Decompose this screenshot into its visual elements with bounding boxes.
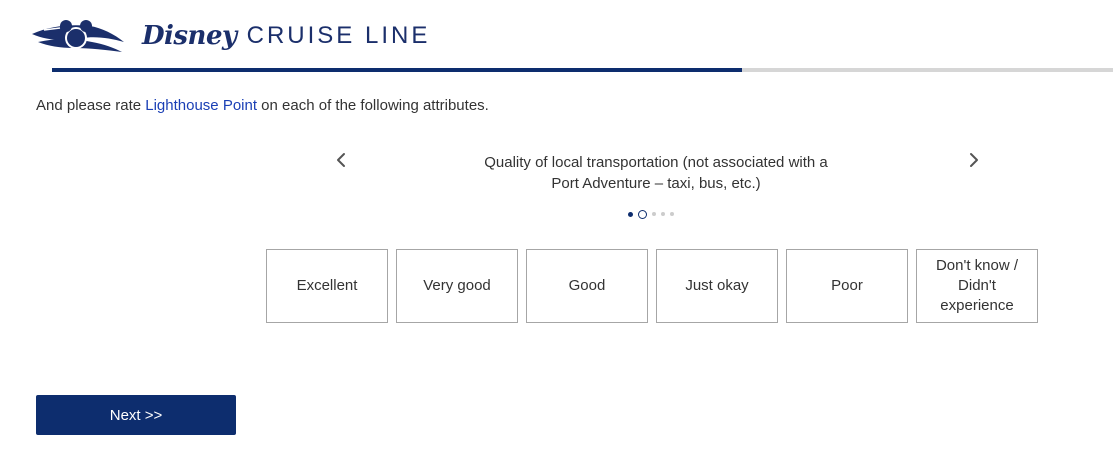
rating-option-label-line: Don't know /	[935, 257, 1019, 274]
chevron-left-icon[interactable]	[330, 148, 354, 172]
rating-option-label-line: experience	[940, 297, 1014, 314]
next-button[interactable]: Next >>	[36, 395, 236, 435]
chevron-right-icon[interactable]	[961, 148, 985, 172]
question-text: And please rate Lighthouse Point on each…	[36, 97, 489, 114]
rating-option-label: Good	[568, 277, 606, 294]
rating-option-label-line: Didn't	[958, 277, 996, 294]
attribute-label: Quality of local transportation (not ass…	[470, 152, 842, 194]
pagination-dot[interactable]	[652, 212, 656, 216]
carousel-pagination	[628, 208, 674, 220]
rating-option-label: Just okay	[685, 277, 749, 294]
rating-option-label: Don't know / Didn't experience	[936, 256, 1018, 316]
wordmark-disney: Disney	[142, 21, 237, 51]
progress-bar-fill	[52, 68, 742, 72]
question-prefix: And please rate	[36, 97, 146, 114]
rating-option-label: Poor	[831, 277, 863, 294]
question-suffix: on each of the following attributes.	[257, 97, 489, 114]
brand-wordmark: Disney CRUISE LINE	[142, 18, 430, 54]
pagination-dot[interactable]	[661, 212, 665, 216]
pagination-dot[interactable]	[628, 211, 633, 217]
attribute-carousel: Quality of local transportation (not ass…	[330, 146, 984, 226]
rating-option[interactable]: Just okay	[656, 249, 778, 323]
rating-option[interactable]: Very good	[396, 249, 518, 323]
pagination-dot[interactable]	[670, 212, 674, 216]
wordmark-cruise-line: CRUISE LINE	[246, 22, 431, 49]
progress-bar	[52, 68, 1113, 72]
rating-option-label: Excellent	[296, 277, 358, 294]
rating-option[interactable]: Excellent	[266, 249, 388, 323]
rating-option[interactable]: Don't know / Didn't experience	[916, 249, 1038, 323]
rating-option-label: Very good	[423, 277, 491, 294]
port-name-link: Lighthouse Point	[145, 97, 258, 114]
rating-option[interactable]: Good	[526, 249, 648, 323]
attribute-label-line-1: Quality of local transportation (not ass…	[484, 154, 828, 171]
rating-options: Excellent Very good Good Just okay Poor Don't…	[266, 249, 1038, 323]
rating-option[interactable]: Poor	[786, 249, 908, 323]
pagination-dot[interactable]	[638, 209, 647, 219]
header: Disney CRUISE LINE	[0, 0, 1113, 72]
attribute-label-line-2: Port Adventure – taxi, bus, etc.)	[551, 175, 761, 192]
mickey-ship-logo-icon	[32, 20, 124, 52]
